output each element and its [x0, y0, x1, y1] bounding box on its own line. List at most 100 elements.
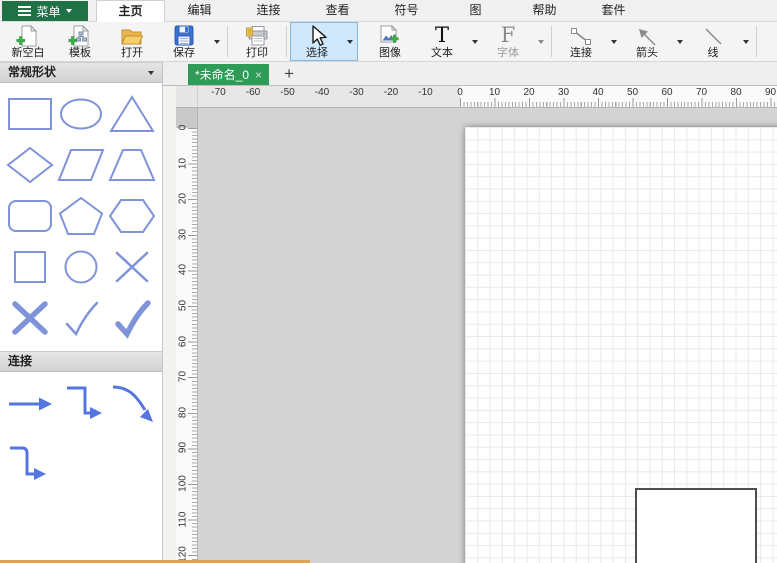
arrow-tool-group: 箭头	[621, 22, 687, 61]
section-header-connectors[interactable]: 连接	[0, 351, 162, 372]
tab-kits[interactable]: 套件	[579, 0, 648, 22]
shape-triangle[interactable]	[107, 93, 156, 135]
shape-diamond[interactable]	[6, 144, 55, 186]
document-tab-label: *未命名_0	[195, 66, 249, 83]
shape-square[interactable]	[6, 246, 55, 288]
tab-connect[interactable]: 连接	[234, 0, 303, 22]
connector-curved-arrow[interactable]	[107, 382, 156, 426]
connector-tool-dropdown[interactable]	[607, 22, 621, 61]
toolbar-separator	[286, 26, 287, 57]
chevron-down-icon	[538, 40, 544, 44]
shape-library-sidebar: 常规形状 连接	[0, 62, 163, 563]
arrow-tool-button[interactable]: 箭头	[621, 22, 673, 61]
connector-tool-button[interactable]: 连接	[555, 22, 607, 61]
ruler-unit-label: 70	[696, 87, 707, 98]
shape-pentagon[interactable]	[57, 195, 106, 237]
shape-cross[interactable]	[107, 246, 156, 288]
image-button[interactable]: 图像	[364, 22, 416, 61]
document-tab-strip: *未命名_0 × +	[163, 62, 777, 86]
ruler-unit-label: 110	[178, 509, 189, 529]
line-tool-dropdown[interactable]	[739, 22, 753, 61]
close-tab-icon[interactable]: ×	[255, 68, 262, 82]
main-menu-button[interactable]: 菜单	[2, 1, 88, 21]
tab-symbols[interactable]: 符号	[372, 0, 441, 22]
section-header-common-shapes[interactable]: 常规形状	[0, 62, 162, 83]
shape-bold-cross[interactable]	[6, 297, 55, 339]
tab-help[interactable]: 帮助	[510, 0, 579, 22]
document-tab-untitled[interactable]: *未命名_0 ×	[188, 64, 269, 85]
tab-edit[interactable]: 编辑	[165, 0, 234, 22]
connectors-grid	[0, 372, 162, 498]
new-blank-icon	[15, 24, 41, 47]
new-blank-button[interactable]: 新空白	[2, 22, 54, 61]
text-tool-button[interactable]: T 文本	[416, 22, 468, 61]
save-dropdown-button[interactable]	[210, 22, 224, 61]
chevron-down-icon	[148, 71, 154, 75]
template-label: 模板	[69, 47, 91, 60]
ruler-unit-label: 60	[661, 87, 672, 98]
shape-circle[interactable]	[57, 246, 106, 288]
ruler-unit-label: 30	[558, 87, 569, 98]
tab-diagram[interactable]: 图	[441, 0, 510, 22]
image-icon	[377, 24, 403, 47]
font-label: 字体	[497, 47, 519, 60]
shape-parallelogram[interactable]	[57, 144, 106, 186]
select-cursor-icon	[305, 24, 329, 47]
common-shapes-grid	[0, 83, 162, 351]
ruler-unit-label: -70	[211, 87, 225, 98]
shape-bold-check[interactable]	[107, 297, 156, 339]
menu-tabs: 主页 编辑 连接 查看 符号 图 帮助 套件	[96, 0, 648, 22]
select-tool-label: 选择	[306, 47, 328, 60]
select-tool-dropdown[interactable]	[343, 23, 357, 60]
tab-home[interactable]: 主页	[96, 0, 165, 22]
text-tool-dropdown[interactable]	[468, 22, 482, 61]
ruler-unit-label: 50	[178, 296, 189, 316]
connector-straight-arrow[interactable]	[6, 382, 55, 426]
shape-rounded-rectangle[interactable]	[6, 195, 55, 237]
chevron-down-icon	[472, 40, 478, 44]
print-label: 打印	[246, 47, 268, 60]
arrow-tool-dropdown[interactable]	[673, 22, 687, 61]
line-tool-button[interactable]: 线	[687, 22, 739, 61]
drawing-canvas[interactable]	[198, 108, 777, 563]
connector-rounded-elbow-arrow[interactable]	[6, 442, 55, 486]
select-tool-button[interactable]: 选择	[291, 23, 343, 60]
open-button[interactable]: 打开	[106, 22, 158, 61]
chevron-down-icon	[677, 40, 683, 44]
chevron-down-icon	[743, 40, 749, 44]
font-dropdown[interactable]	[534, 22, 548, 61]
save-icon	[172, 24, 196, 47]
toolbar-separator	[227, 26, 228, 57]
ruler-unit-label: 100	[178, 474, 189, 494]
new-document-tab-button[interactable]: +	[278, 64, 300, 85]
document-page[interactable]	[465, 127, 777, 563]
shape-hexagon[interactable]	[107, 195, 156, 237]
ruler-unit-label: 0	[178, 118, 189, 138]
arrow-tool-label: 箭头	[636, 47, 658, 60]
ruler-unit-label: -60	[246, 87, 260, 98]
ruler-unit-label: 80	[730, 87, 741, 98]
shape-trapezoid[interactable]	[107, 144, 156, 186]
font-button[interactable]: F 字体	[482, 22, 534, 61]
print-icon	[244, 24, 270, 47]
save-button[interactable]: 保存	[158, 22, 210, 61]
ruler-unit-label: 90	[765, 87, 776, 98]
vertical-ruler: 0102030405060708090100110120	[176, 108, 198, 563]
arrowhead-icon	[635, 24, 659, 47]
chevron-down-icon	[347, 40, 353, 44]
drawn-rectangle-shape[interactable]	[635, 488, 757, 563]
save-button-group: 保存	[158, 22, 224, 61]
ruler-corner-box	[176, 86, 198, 108]
ruler-unit-label: -30	[349, 87, 363, 98]
shape-rectangle[interactable]	[6, 93, 55, 135]
print-button[interactable]: 打印	[231, 22, 283, 61]
line-tool-group: 线	[687, 22, 753, 61]
shape-ellipse[interactable]	[57, 93, 106, 135]
connector-elbow-arrow[interactable]	[57, 382, 106, 426]
tab-view[interactable]: 查看	[303, 0, 372, 22]
template-button[interactable]: 模板	[54, 22, 106, 61]
font-button-group: F 字体	[482, 22, 548, 61]
ruler-unit-label: 20	[178, 189, 189, 209]
canvas-row: 0102030405060708090100110120	[163, 108, 777, 563]
shape-check[interactable]	[57, 297, 106, 339]
